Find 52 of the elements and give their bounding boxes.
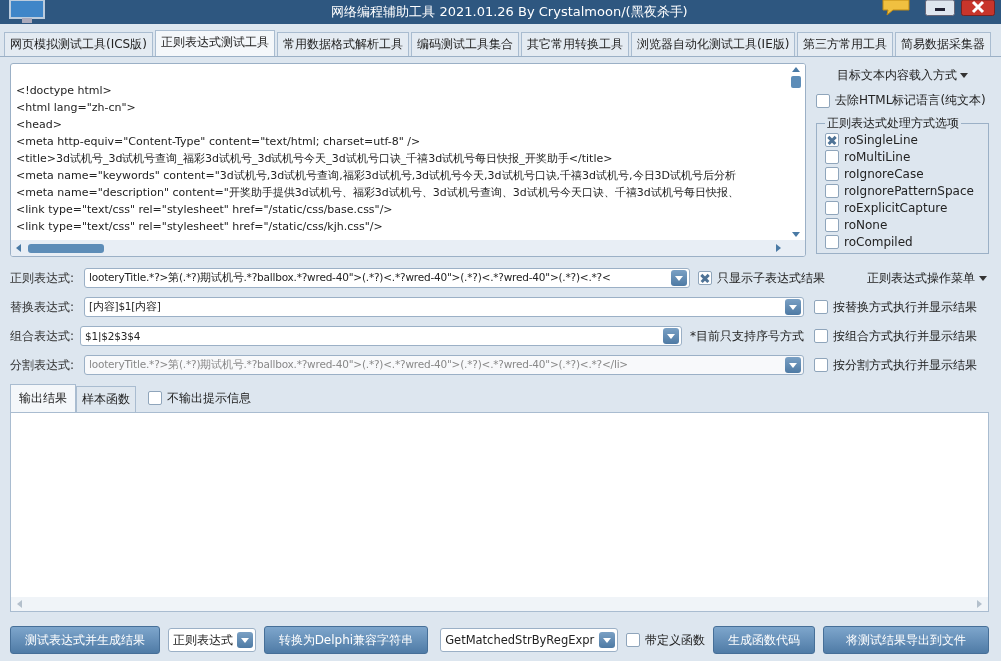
field-label: 替换表达式: bbox=[10, 298, 76, 316]
tab[interactable]: 网页模拟测试工具(ICS版) bbox=[4, 32, 153, 56]
expression-combo[interactable]: [内容]$1[内容] bbox=[84, 297, 804, 317]
dropdown[interactable]: GetMatchedStrByRegExpr bbox=[440, 628, 618, 652]
code-line: <meta http-equiv="Content-Type" content="text/html; charset=utf-8" /> bbox=[16, 134, 422, 150]
group-title: 正则表达式处理方式选项 bbox=[826, 115, 960, 132]
tab[interactable]: 编码测试工具集合 bbox=[410, 32, 519, 56]
tab[interactable]: 其它常用转换工具 bbox=[520, 32, 629, 56]
option-checkbox[interactable]: roIgnorePatternSpace bbox=[825, 183, 980, 198]
option-checkbox[interactable]: roNone bbox=[825, 217, 980, 232]
expression-combo[interactable]: $1|$2$3$4 bbox=[80, 326, 682, 346]
tab[interactable]: 浏览器自动化测试工具(IE版) bbox=[630, 32, 796, 56]
option-checkbox[interactable]: roCompiled bbox=[825, 234, 980, 249]
option-checkbox[interactable]: roExplicitCapture bbox=[825, 200, 980, 215]
tab[interactable]: 常用数据格式解析工具 bbox=[276, 32, 409, 56]
monitor-icon bbox=[8, 0, 48, 24]
strip-html-checkbox[interactable]: 去除HTML标记语言(纯文本) bbox=[816, 92, 989, 109]
expression-combo[interactable]: looteryTitle.*?>第(.*?)期试机号.*?ballbox.*?wred-40">(.*?)<.*?wred-40">(.*?)<.*?wred-40">(.*?)<.*?< bbox=[84, 268, 690, 288]
horizontal-scrollbar[interactable] bbox=[11, 240, 805, 256]
code-line: <meta name="keywords" content="3d试机号,3d试机号查询,福彩3d试机号,3d试机号今天,3d试机号口诀,千禧3d试机号,今日3D试机号后分析 bbox=[16, 168, 738, 184]
field-label: 组合表达式: bbox=[10, 327, 76, 345]
field-label: 正则表达式: bbox=[10, 269, 76, 287]
code-line: <head> bbox=[16, 117, 63, 133]
code-line: <link type="text/css" rel="stylesheet" href="/static/css/base.css"/> bbox=[16, 202, 394, 218]
load-method-menu[interactable]: 目标文本内容载入方式 bbox=[816, 65, 989, 86]
tab[interactable]: 输出结果 bbox=[10, 384, 76, 412]
execute-checkbox[interactable]: 按组合方式执行并显示结果 bbox=[814, 327, 977, 345]
tab[interactable]: 正则表达式测试工具 bbox=[154, 30, 275, 56]
tab[interactable]: 样本函数 bbox=[76, 386, 136, 412]
option-checkbox[interactable]: roSingleLine bbox=[825, 132, 980, 147]
dropdown[interactable]: 正则表达式 bbox=[168, 628, 256, 652]
code-line: <meta name="description" content="开奖助手提供3d试机号、福彩3d试机号、3d试机号查询、3d试机号今天口诀、千禧3d试机号每日快报、 bbox=[16, 185, 740, 201]
sub-expression-checkbox[interactable]: 只显示子表达式结果 bbox=[698, 269, 825, 287]
minimize-button[interactable] bbox=[925, 0, 955, 16]
no-hint-checkbox[interactable]: 不输出提示信息 bbox=[148, 389, 251, 407]
execute-checkbox[interactable]: 按替换方式执行并显示结果 bbox=[814, 298, 977, 316]
code-line: <link type="text/css" rel="stylesheet" href="/static/css/kjh.css"/> bbox=[16, 219, 384, 235]
hint-note: *目前只支持序号方式 bbox=[690, 327, 804, 345]
operations-menu[interactable]: 正则表达式操作菜单 bbox=[865, 267, 989, 289]
define-function-checkbox[interactable]: 带定义函数 bbox=[626, 631, 705, 649]
close-button[interactable] bbox=[961, 0, 995, 16]
field-label: 分割表达式: bbox=[10, 356, 76, 374]
code-line: <html lang="zh-cn"> bbox=[16, 100, 137, 116]
text-editor[interactable] bbox=[10, 63, 806, 257]
code-line: <title>3d试机号_3d试机号查询_福彩3d试机号_3d试机号今天_3d试机号口诀_千禧3d试机号每日快报_开奖助手</title> bbox=[16, 151, 614, 167]
option-checkbox[interactable]: roMultiLine bbox=[825, 149, 980, 164]
tab[interactable]: 简易数据采集器 bbox=[895, 32, 992, 56]
tab[interactable]: 第三方常用工具 bbox=[797, 32, 894, 56]
window-title: 网络编程辅助工具 2021.01.26 By Crystalmoon/(黑夜杀手) bbox=[330, 3, 689, 21]
code-line: <!doctype html> bbox=[16, 83, 113, 99]
option-checkbox[interactable]: roIgnoreCase bbox=[825, 166, 980, 181]
speech-bubble-icon[interactable] bbox=[881, 0, 911, 16]
